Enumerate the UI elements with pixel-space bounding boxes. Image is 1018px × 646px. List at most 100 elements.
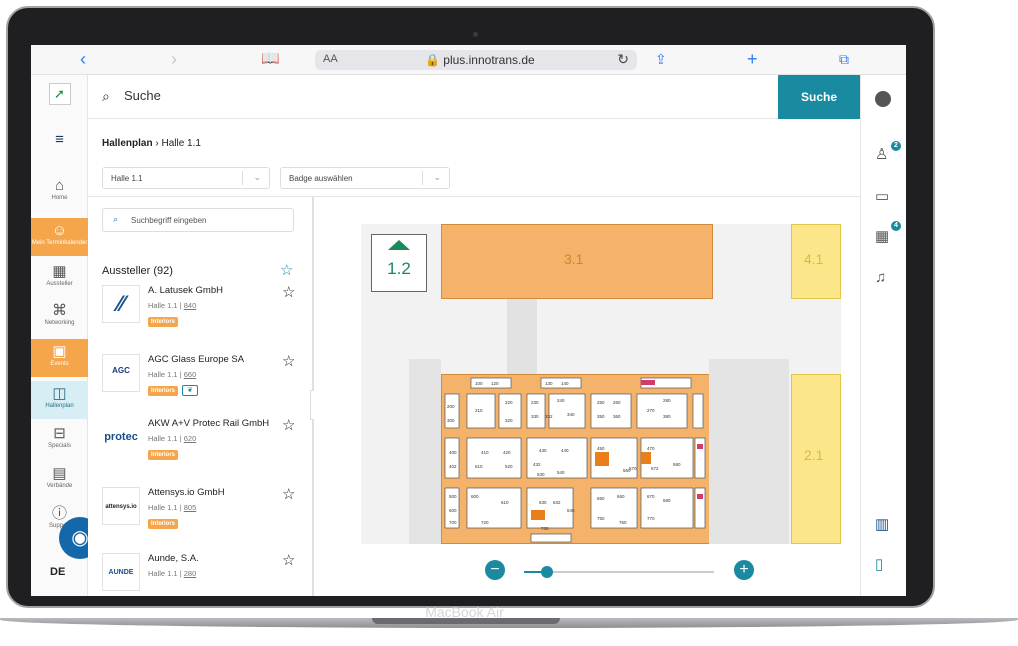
avatar[interactable] [875,91,891,107]
hall-2-1[interactable]: 2.1 [791,374,841,544]
phone-icon[interactable]: ▯ [875,555,883,573]
url-value: plus.innotrans.de [443,53,535,67]
booth-link[interactable]: 840 [184,301,197,310]
back-icon[interactable]: ‹ [80,49,86,69]
svg-text:750: 750 [597,516,605,521]
nav-verbaende[interactable]: ▤ Verbände [31,465,88,497]
zoom-out-button[interactable]: − [485,560,505,580]
booth-link[interactable]: 280 [184,569,197,578]
zoom-slider-handle[interactable] [541,566,553,578]
exhibitor-panel: ⌕ Suchbegriff eingeben Aussteller (92) ☆… [88,197,314,596]
browser-toolbar: ‹ › 📖 AA 🔒 plus.innotrans.de ↻ ⇪ + ⧉ [31,45,906,75]
hall-map[interactable]: 1.2 3.1 4.1 2.1 100 120 130 140 200 210 … [314,197,860,596]
exhibitor-count-title: Aussteller (92) [102,265,173,277]
grid-icon: ▦ [52,263,67,280]
calendar-icon[interactable]: ▦ [875,227,889,245]
company-logo: attensys.io [102,487,140,525]
chevron-down-icon: ⌄ [433,172,441,182]
exhibitor-name[interactable]: AKW A+V Protec Rail GmbH [148,418,269,429]
nav-hallenplan[interactable]: ◫ Hallenplan [31,381,88,419]
laptop-base [0,596,1018,646]
home-icon: ⌂ [54,177,65,194]
bookmarks-icon[interactable]: 📖 [261,49,280,69]
language-switch[interactable]: DE [50,566,65,578]
nav-events[interactable]: ▣ Events [31,339,88,377]
reader-button[interactable]: AA [323,53,338,65]
exhibitor-search-input[interactable]: ⌕ Suchbegriff eingeben [102,208,294,232]
breadcrumb-root[interactable]: Hallenplan [102,138,153,149]
svg-text:770: 770 [647,516,655,521]
exhibitor-location: Halle 1.1 | 840 [148,301,197,310]
hall-3-1[interactable]: 3.1 [441,224,713,299]
bell-icon[interactable]: ♫ [875,269,886,286]
booth-link[interactable]: 620 [184,434,197,443]
search-button[interactable]: Suche [778,75,860,119]
nav-networking[interactable]: ⌘ Networking [31,302,88,334]
app-logo[interactable]: ➚ [31,83,88,109]
svg-text:380: 380 [663,414,671,419]
search-icon: ⌕ [102,88,110,104]
star-icon[interactable]: ☆ [282,485,295,503]
breadcrumb-current: Halle 1.1 [161,138,201,149]
zoom-in-button[interactable]: + [734,560,754,580]
exhibitor-name[interactable]: A. Latusek GmbH [148,285,223,296]
list-item[interactable]: protec AKW A+V Protec Rail GmbH Halle 1.… [102,416,302,478]
svg-text:660: 660 [617,494,625,499]
right-sidebar: ♙ 2 ▭ ▦ 4 ♫ ▥ ▯ [860,75,906,596]
exhibitor-name[interactable]: AGC Glass Europe SA [148,354,244,365]
share-icon[interactable]: ⇪ [655,49,667,69]
svg-text:332: 332 [545,414,553,419]
nav-terminkalender[interactable]: ☺ Mein Terminkalender [31,218,88,256]
hall-marker-1-2[interactable]: 1.2 [371,234,427,292]
star-icon[interactable]: ☆ [282,352,295,370]
map-icon: ◫ [52,385,67,402]
booth-grid[interactable]: 100 120 130 140 200 210 220 230 240 250 260 270 280… [441,374,711,544]
svg-text:340: 340 [567,412,575,417]
barcode-icon[interactable]: ▥ [875,515,889,533]
chat-icon[interactable]: ▭ [875,187,889,205]
badge-select-value: Badge auswählen [289,174,353,183]
hall-select[interactable]: Halle 1.1 ⌄ [102,167,270,189]
nav-label: Home [51,195,68,201]
calendar-badge: 4 [891,221,901,231]
list-item[interactable]: AUNDE Aunde, S.A. Halle 1.1 | 280 ☆ [102,551,302,596]
svg-text:530: 530 [537,472,545,477]
global-search[interactable]: ⌕ Suche [88,75,778,119]
booth-link[interactable]: 805 [184,503,197,512]
list-item[interactable]: AGC AGC Glass Europe SA Halle 1.1 | 660 … [102,352,302,414]
svg-text:220: 220 [505,400,513,405]
svg-text:600: 600 [471,494,479,499]
address-bar[interactable]: AA 🔒 plus.innotrans.de ↻ [315,50,637,70]
svg-text:130: 130 [545,381,553,386]
breadcrumb: Hallenplan › Halle 1.1 [102,138,201,149]
star-icon[interactable]: ☆ [282,283,295,301]
exhibitor-name[interactable]: Attensys.io GmbH [148,487,225,498]
svg-text:250: 250 [597,400,605,405]
contacts-icon[interactable]: ♙ [875,145,888,163]
list-item[interactable]: ⁄⁄ A. Latusek GmbH Halle 1.1 | 840 Inter… [102,283,302,345]
svg-text:440: 440 [561,448,569,453]
svg-text:700: 700 [449,520,457,525]
menu-icon[interactable]: ≡ [31,131,88,149]
nav-home[interactable]: ⌂ Home [31,177,88,209]
booth-link[interactable]: 660 [184,370,197,379]
nav-aussteller[interactable]: ▦ Aussteller [31,263,88,295]
forward-icon[interactable]: › [171,49,177,69]
screen: ‹ › 📖 AA 🔒 plus.innotrans.de ↻ ⇪ + ⧉ ➚ ≡… [31,45,906,596]
reload-icon[interactable]: ↻ [617,51,629,68]
new-tab-icon[interactable]: + [747,49,758,69]
list-item[interactable]: attensys.io Attensys.io GmbH Halle 1.1 |… [102,485,302,547]
tabs-icon[interactable]: ⧉ [839,49,849,69]
lock-icon: 🔒 [425,53,440,67]
exhibitor-name[interactable]: Aunde, S.A. [148,553,199,564]
company-logo: AGC [102,354,140,392]
svg-text:270: 270 [647,408,655,413]
star-icon[interactable]: ☆ [282,416,295,434]
star-icon[interactable]: ☆ [280,261,293,279]
badge-select[interactable]: Badge auswählen ⌄ [280,167,450,189]
star-icon[interactable]: ☆ [282,551,295,569]
svg-text:420: 420 [503,450,511,455]
calendar-people-icon: ☺ [51,222,68,239]
nav-specials[interactable]: ⊟ Specials [31,425,88,457]
hall-4-1[interactable]: 4.1 [791,224,841,299]
